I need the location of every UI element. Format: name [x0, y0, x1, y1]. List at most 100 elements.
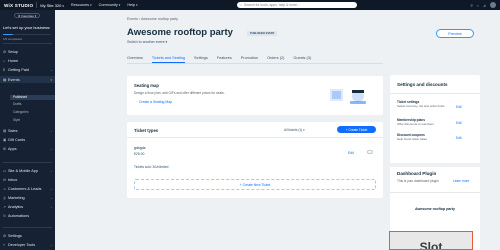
sidebar-item-analytics[interactable]: ↗ Analytics ›: [0, 203, 55, 210]
sidebar-subitem-drafts[interactable]: Drafts: [13, 102, 22, 106]
chevron-right-icon: ›: [51, 128, 52, 133]
ticket-name: gdsgds: [134, 146, 146, 150]
tab-tickets-and-seating[interactable]: Tickets and Seating: [151, 56, 186, 63]
search-placeholder: Search for tools, apps, help & more...: [243, 3, 300, 7]
discount-coupons-edit-button[interactable]: Edit: [456, 136, 462, 140]
create-ticket-label: Create Ticket: [348, 127, 368, 132]
sidebar-item-label: Getting Paid: [8, 67, 29, 72]
switch-event-label: Switch to another event: [127, 40, 165, 44]
panel-gap: [390, 163, 480, 167]
sidebar-item-label: Setup: [8, 49, 18, 54]
membership-plans-edit-button[interactable]: Edit: [456, 121, 462, 125]
sidebar-item-automations[interactable]: ↻ Automations: [0, 212, 55, 219]
sidebar-item-label: Inbox: [8, 177, 18, 182]
sidebar-item-setup[interactable]: ⚙ Setup: [0, 48, 55, 55]
chevron-down-icon: ▾: [50, 77, 52, 82]
sidebar-item-home[interactable]: ⌂ Home: [0, 57, 55, 64]
sidebar-item-developer-tools[interactable]: ‹› Developer Tools ›: [0, 241, 55, 248]
tabs: Overview Tickets and Seating Settings Fe…: [127, 54, 383, 64]
sidebar-item-sales[interactable]: ▤ Sales ›: [0, 127, 55, 134]
help-icon[interactable]: ?: [470, 3, 472, 8]
breadcrumb-events[interactable]: Events: [127, 17, 138, 21]
sidebar-item-label: Automations: [8, 213, 30, 218]
dashboard-plugin-content: Awesome rooftop party: [390, 192, 480, 224]
star-icon: ★: [17, 13, 21, 18]
ticket-settings-description: Select currency, tax and order limits: [397, 104, 445, 108]
setup-progress-text: 1/5 completed: [3, 37, 22, 41]
bell-icon[interactable]: ♫: [483, 3, 486, 8]
favorites-label: Favorites: [21, 13, 34, 18]
sidebar-item-gift-cards[interactable]: ▣ Gift Cards: [0, 136, 55, 143]
setup-title[interactable]: Let's set up your business: [3, 25, 49, 30]
sidebar-item-label: Sales: [8, 128, 18, 133]
create-ticket-button[interactable]: + Create Ticket: [337, 126, 376, 133]
learn-more-link[interactable]: Learn more: [453, 179, 469, 183]
sidebar-subitem-categories[interactable]: Categories: [13, 110, 28, 114]
chevron-down-icon: ▾: [164, 40, 168, 44]
sidebar-item-label: Customers & Leads: [8, 186, 42, 191]
tab-settings[interactable]: Settings: [194, 56, 208, 63]
ticket-edit-button[interactable]: Edit: [348, 151, 354, 155]
sidebar-item-getting-paid[interactable]: $ Getting Paid ›: [0, 66, 55, 73]
seating-illustration-icon: [330, 89, 366, 104]
plugin-event-title: Awesome rooftop party: [414, 206, 456, 211]
sidebar-item-label: Events: [8, 77, 20, 82]
tab-promotion[interactable]: Promotion: [241, 56, 258, 63]
wix-studio-logo[interactable]: WiX STUDIO: [4, 3, 33, 8]
nav-community[interactable]: Community▾: [99, 3, 121, 7]
divider: [390, 93, 480, 94]
sidebar-subitem-style[interactable]: Style: [13, 118, 20, 122]
breadcrumb-current: Awesome rooftop party: [141, 17, 178, 21]
top-icons: ? ◌ ♫: [470, 2, 496, 8]
search-input[interactable]: ⌕ Search for tools, apps, help & more...: [237, 2, 357, 8]
tab-features[interactable]: Features: [217, 56, 232, 63]
tab-orders[interactable]: Orders (2): [267, 56, 284, 63]
sidebar-subitem-published[interactable]: Published: [13, 95, 27, 99]
chevron-right-icon: ›: [51, 146, 52, 151]
sidebar-item-inbox[interactable]: ✉ Inbox: [0, 176, 55, 183]
chevron-down-icon: ▾: [118, 3, 121, 7]
divider: [36, 2, 38, 8]
sidebar-item-customers-leads[interactable]: ☺ Customers & Leads ›: [0, 185, 55, 192]
ticket-filter-value: All tickets (1): [284, 128, 303, 132]
nav-help[interactable]: Help▾: [127, 3, 137, 7]
chevron-right-icon[interactable]: ›: [49, 25, 50, 30]
membership-plans-description: Offer discounts to members: [397, 122, 434, 126]
sidebar-item-label: Marketing: [8, 195, 25, 200]
sidebar-item-apps[interactable]: ⊞ Apps ›: [0, 145, 55, 152]
preview-button[interactable]: Preview: [436, 29, 474, 38]
breadcrumb: Events › Awesome rooftop party: [127, 17, 178, 21]
site-name: My Site 320: [40, 2, 62, 8]
ticket-price: €25.00: [134, 152, 145, 156]
chat-icon[interactable]: ◌: [477, 3, 479, 8]
favorites-button[interactable]: ★ Favorites ▾: [14, 13, 40, 18]
site-selector[interactable]: My Site 320▾: [40, 3, 64, 8]
sidebar-item-settings[interactable]: ⚙ Settings: [0, 232, 55, 239]
sidebar-item-events[interactable]: ▦ Events ▾: [0, 76, 55, 83]
ticket-filter-dropdown[interactable]: All tickets (1) ▾: [284, 128, 305, 132]
more-actions-icon[interactable]: ···: [367, 150, 373, 154]
nav-label: Help: [127, 3, 136, 7]
top-bar: WiX STUDIO My Site 320▾ Resources▾ Commu…: [0, 0, 500, 10]
chevron-down-icon: ▾: [34, 13, 37, 18]
chevron-down-icon: ▾: [136, 3, 138, 7]
tab-guests[interactable]: Guests (3): [293, 56, 311, 63]
sidebar-item-label: Analytics: [8, 204, 24, 209]
search-icon: ⌕: [240, 3, 242, 7]
sidebar-item-label: Developer Tools: [8, 242, 36, 247]
nav-resources[interactable]: Resources▾: [71, 3, 92, 7]
avatar[interactable]: [490, 2, 496, 8]
dashboard-plugin-title: Dashboard Plugin: [397, 171, 437, 176]
divider: [3, 162, 52, 163]
ticket-settings-edit-button[interactable]: Edit: [456, 105, 462, 109]
create-seating-map-link[interactable]: Create a Seating Map: [139, 100, 172, 104]
tab-overview[interactable]: Overview: [127, 56, 143, 63]
tickets-sold: Tickets sold: 3/Unlimited: [134, 165, 169, 169]
divider: [127, 137, 383, 138]
create-new-ticket-button[interactable]: + Create New Ticket: [134, 179, 376, 190]
chevron-down-icon: ▾: [302, 128, 305, 132]
chevron-right-icon: ›: [51, 195, 52, 200]
sidebar-item-site-mobile-app[interactable]: ▭ Site & Mobile App ›: [0, 167, 55, 174]
switch-event-link[interactable]: Switch to another event ▾: [127, 40, 167, 44]
sidebar-item-marketing[interactable]: ◎ Marketing ›: [0, 194, 55, 201]
